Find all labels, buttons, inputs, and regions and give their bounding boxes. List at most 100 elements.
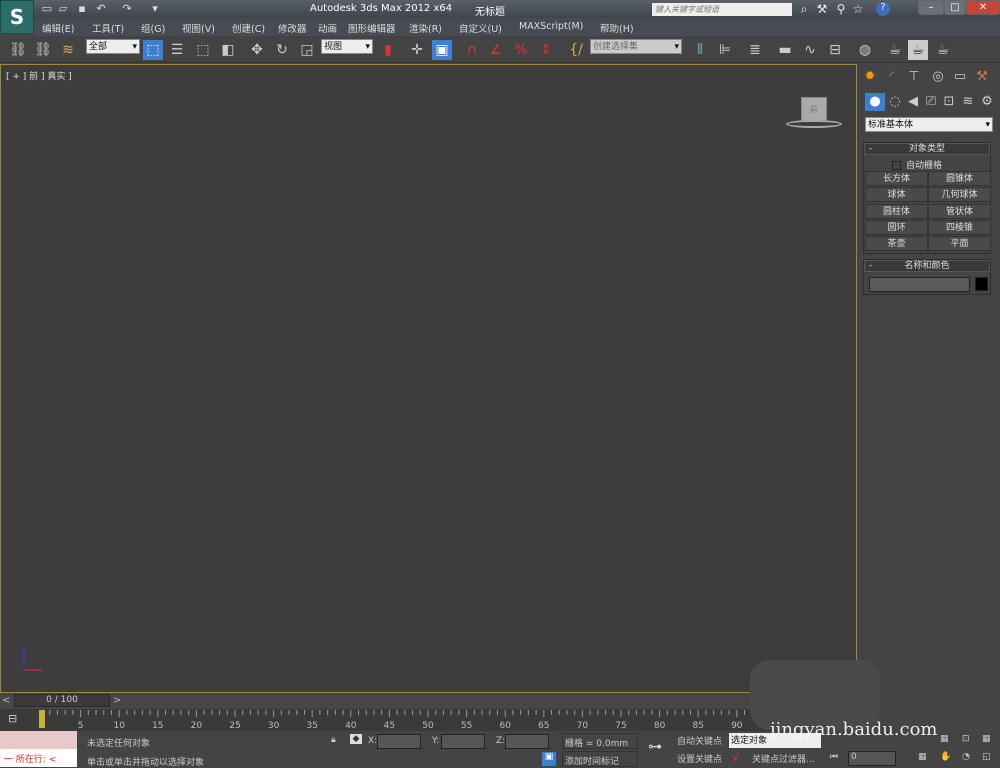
rollout-header[interactable]: - 对象类型 [864,143,990,155]
category-dropdown[interactable]: 标准基本体 [865,117,993,133]
align-icon[interactable]: ⊫ [715,40,735,60]
utilities-tab-icon[interactable]: ⚒ [972,68,992,86]
viewport-front[interactable]: [ + ] 前 ] 真实 ] 前 [0,64,857,693]
move-icon[interactable]: ✥ [247,40,267,60]
menu-item[interactable]: 视图(V) [182,21,215,35]
go-to-start-icon[interactable]: ⏮ [830,752,838,762]
track-bar[interactable]: ⊟ 051015202530354045505560657075808590 [0,709,770,731]
reference-coordinate-dropdown[interactable]: 视图 [321,39,373,55]
curve-editor-icon[interactable]: ∿ [800,40,820,60]
app-menu-button[interactable]: S [0,0,34,34]
lights-icon[interactable]: ◀ [903,93,923,111]
create-object-button[interactable]: 管状体 [928,203,991,219]
edit-named-selection-icon[interactable]: {/ [566,40,586,60]
create-object-button[interactable]: 圆柱体 [865,203,928,219]
auto-key-button[interactable]: 自动关键点 [677,734,722,747]
maxscript-listener-input[interactable] [0,731,77,749]
autogrid-checkbox[interactable]: 自动栅格 [892,158,942,171]
menu-item[interactable]: 修改器 [278,21,307,35]
viewcube-ring[interactable] [786,120,842,128]
zoom-all-icon[interactable]: ⊡ [962,734,970,744]
menu-item[interactable]: 帮助(H) [600,21,634,35]
time-slider-thumb[interactable]: 0 / 100 [14,694,110,707]
pivot-center-icon[interactable]: ▮ [378,40,398,60]
create-object-button[interactable]: 平面 [928,236,991,252]
current-frame-field[interactable]: 0 [848,751,896,766]
minimize-button[interactable]: – [918,0,944,15]
zoom-extents-icon[interactable]: ▦ [918,752,927,762]
object-name-input[interactable] [869,277,970,292]
redo-icon[interactable]: ↷ [120,2,134,15]
close-button[interactable]: ✕ [966,0,1000,15]
menu-item[interactable]: 动画 [318,21,337,35]
rollout-header[interactable]: - 名称和颜色 [864,260,990,272]
search-input[interactable] [652,3,792,16]
percent-snap-icon[interactable]: % [511,40,531,60]
create-tab-icon[interactable]: ✹ [860,68,880,86]
create-object-button[interactable]: 长方体 [865,171,928,186]
menu-item[interactable]: 编辑(E) [42,21,74,35]
satellite-icon[interactable]: ⚲ [833,2,849,16]
viewport-label[interactable]: [ + ] 前 ] 真实 ] [6,69,72,82]
create-object-button[interactable]: 四棱锥 [928,219,991,235]
new-file-icon[interactable]: ▭ [40,2,54,15]
unlink-icon[interactable]: ⛓ [33,40,53,60]
time-slider[interactable]: < 0 / 100 > [0,693,770,709]
y-coordinate-field[interactable] [441,734,485,749]
keyboard-shortcut-override-icon[interactable]: ▣ [432,40,452,60]
menu-item[interactable]: 自定义(U) [459,21,502,35]
menu-item[interactable]: 组(G) [141,21,165,35]
rendered-frame-window-icon[interactable]: ☕ [908,40,928,60]
motion-tab-icon[interactable]: ◎ [928,68,948,86]
menu-item[interactable]: 工具(T) [92,21,124,35]
create-object-button[interactable]: 圆锥体 [928,171,991,186]
maximize-button[interactable]: □ [944,0,966,15]
add-time-tag[interactable]: 添加时间标记 [562,751,638,767]
default-tangent-icon[interactable]: √ [732,750,740,764]
create-object-button[interactable]: 几何球体 [928,187,991,203]
select-manipulate-icon[interactable]: ✛ [407,40,427,60]
pan-icon[interactable]: ✋ [940,752,951,762]
previous-frame-button[interactable]: < [2,695,10,706]
orbit-icon[interactable]: ◔ [962,752,970,762]
menu-item[interactable]: 渲染(R) [409,21,442,35]
x-coordinate-field[interactable] [377,734,421,749]
menu-item[interactable]: MAXScript(M) [519,21,583,32]
customize-quick-access-icon[interactable]: ▾ [148,2,162,15]
snaps-toggle-icon[interactable]: ∩ [462,40,482,60]
cameras-icon[interactable]: ⎚ [921,93,941,111]
next-frame-button[interactable]: > [113,695,121,706]
create-object-button[interactable]: 圆环 [865,219,928,235]
mirror-icon[interactable]: ⫴ [690,40,710,60]
select-object-icon[interactable]: ⬚ [143,40,163,60]
shapes-icon[interactable]: ◌ [885,93,905,111]
schematic-view-icon[interactable]: ⊟ [825,40,845,60]
modify-tab-icon[interactable]: ◜ [882,68,902,86]
set-key-button[interactable]: 设置关键点 [677,752,722,765]
absolute-mode-icon[interactable]: ◆ [350,734,362,744]
graphite-tools-icon[interactable]: ▬ [775,40,795,60]
undo-icon[interactable]: ↶ [94,2,108,15]
scale-icon[interactable]: ◲ [297,40,317,60]
systems-icon[interactable]: ⚙ [977,93,997,111]
zoom-extents-all-icon[interactable]: ▦ [982,734,991,744]
create-object-button[interactable]: 茶壶 [865,236,928,252]
render-production-icon[interactable]: ☕ [933,40,953,60]
maximize-viewport-icon[interactable]: ◱ [982,752,991,762]
display-tab-icon[interactable]: ▭ [950,68,970,86]
set-key-icon[interactable]: ⊶ [648,739,662,755]
spinner-snap-icon[interactable]: ⇕ [536,40,556,60]
select-by-name-icon[interactable]: ☰ [167,40,187,60]
geometry-icon[interactable]: ● [865,93,885,111]
object-color-swatch[interactable] [975,277,988,291]
save-icon[interactable]: ▪ [75,2,89,15]
favorites-star-icon[interactable]: ☆ [850,2,866,16]
window-crossing-icon[interactable]: ◧ [218,40,238,60]
time-tag-icon[interactable]: ▣ [542,752,556,766]
link-icon[interactable]: ⛓ [8,40,28,60]
rectangular-selection-icon[interactable]: ⬚ [193,40,213,60]
space-warps-icon[interactable]: ≋ [958,93,978,111]
binoculars-icon[interactable]: ⌕ [796,2,812,16]
open-file-icon[interactable]: ▱ [56,2,70,15]
selection-lock-icon[interactable]: 🔒︎ [331,735,336,745]
